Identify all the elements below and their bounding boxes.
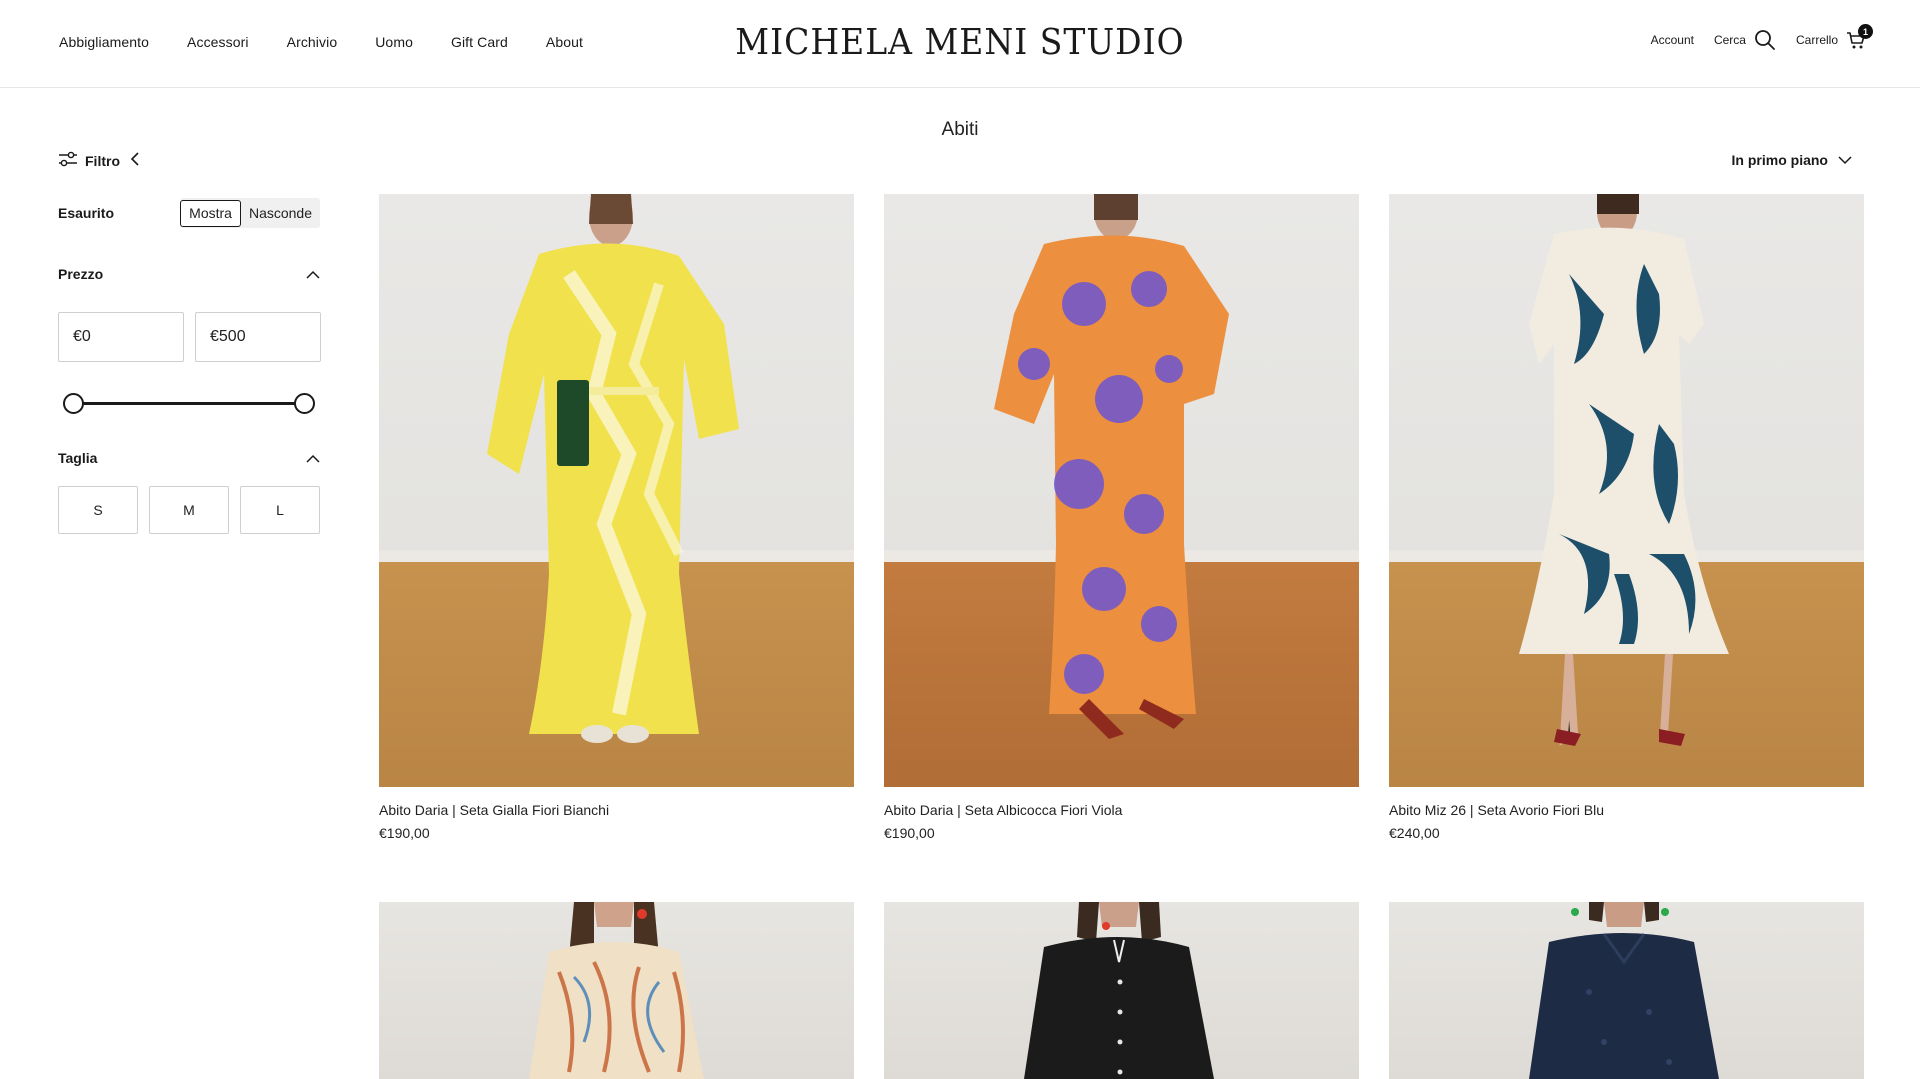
- stock-show-button[interactable]: Mostra: [180, 199, 241, 227]
- cart-count-badge: 1: [1858, 24, 1873, 39]
- chevron-up-icon: [306, 266, 320, 282]
- page-title: Abiti: [941, 119, 979, 140]
- chevron-down-icon: [1828, 152, 1852, 168]
- product-card[interactable]: Abito Miz 26 | Seta Avorio Fiori Blu €24…: [1389, 194, 1864, 854]
- slider-track: [73, 402, 305, 405]
- price-max-input[interactable]: €500: [195, 312, 321, 362]
- sort-dropdown[interactable]: In primo piano: [1732, 152, 1852, 168]
- chevron-up-icon: [306, 450, 320, 466]
- product-image[interactable]: [1389, 902, 1864, 1079]
- price-range-slider[interactable]: [63, 390, 315, 416]
- size-label: Taglia: [58, 450, 98, 466]
- price-min-input[interactable]: €0: [58, 312, 184, 362]
- filter-label: Filtro: [85, 152, 120, 169]
- product-card[interactable]: [884, 902, 1359, 1079]
- stock-toggle: Mostra Nasconde: [180, 198, 320, 228]
- product-price: €190,00: [379, 825, 430, 841]
- product-price: €240,00: [1389, 825, 1440, 841]
- stock-filter: Esaurito Mostra Nasconde: [58, 198, 320, 228]
- price-label: Prezzo: [58, 266, 104, 282]
- filter-toggle[interactable]: Filtro: [58, 151, 140, 170]
- account-link[interactable]: Account: [1651, 33, 1694, 47]
- product-card[interactable]: Abito Daria | Seta Gialla Fiori Bianchi …: [379, 194, 854, 854]
- product-image[interactable]: [379, 194, 854, 787]
- header-actions: Account Cerca Carrello 1: [1631, 24, 1873, 51]
- product-card[interactable]: [379, 902, 854, 1079]
- chevron-left-icon[interactable]: [130, 152, 140, 169]
- slider-min-handle[interactable]: [63, 393, 84, 414]
- size-section-header[interactable]: Taglia: [58, 450, 320, 466]
- product-image[interactable]: [1389, 194, 1864, 787]
- price-section-header[interactable]: Prezzo: [58, 266, 320, 282]
- filter-sliders-icon: [58, 151, 78, 170]
- slider-max-handle[interactable]: [294, 393, 315, 414]
- site-header: Abbigliamento Accessori Archivio Uomo Gi…: [0, 0, 1920, 88]
- stock-hide-button[interactable]: Nasconde: [241, 199, 320, 227]
- product-image[interactable]: [884, 902, 1359, 1079]
- product-title[interactable]: Abito Miz 26 | Seta Avorio Fiori Blu: [1389, 802, 1604, 818]
- product-image[interactable]: [379, 902, 854, 1079]
- product-image[interactable]: [884, 194, 1359, 787]
- search-icon[interactable]: [1754, 29, 1776, 51]
- cart-link[interactable]: Carrello: [1796, 33, 1838, 47]
- product-card[interactable]: Abito Daria | Seta Albicocca Fiori Viola…: [884, 194, 1359, 854]
- size-m-button[interactable]: M: [149, 486, 229, 534]
- cart-icon[interactable]: 1: [1846, 24, 1873, 50]
- product-title[interactable]: Abito Daria | Seta Albicocca Fiori Viola: [884, 802, 1122, 818]
- product-title[interactable]: Abito Daria | Seta Gialla Fiori Bianchi: [379, 802, 609, 818]
- search-link[interactable]: Cerca: [1714, 33, 1746, 47]
- size-l-button[interactable]: L: [240, 486, 320, 534]
- stock-label: Esaurito: [58, 205, 115, 221]
- product-price: €190,00: [884, 825, 935, 841]
- product-card[interactable]: [1389, 902, 1864, 1079]
- sort-label: In primo piano: [1731, 152, 1828, 168]
- size-s-button[interactable]: S: [58, 486, 138, 534]
